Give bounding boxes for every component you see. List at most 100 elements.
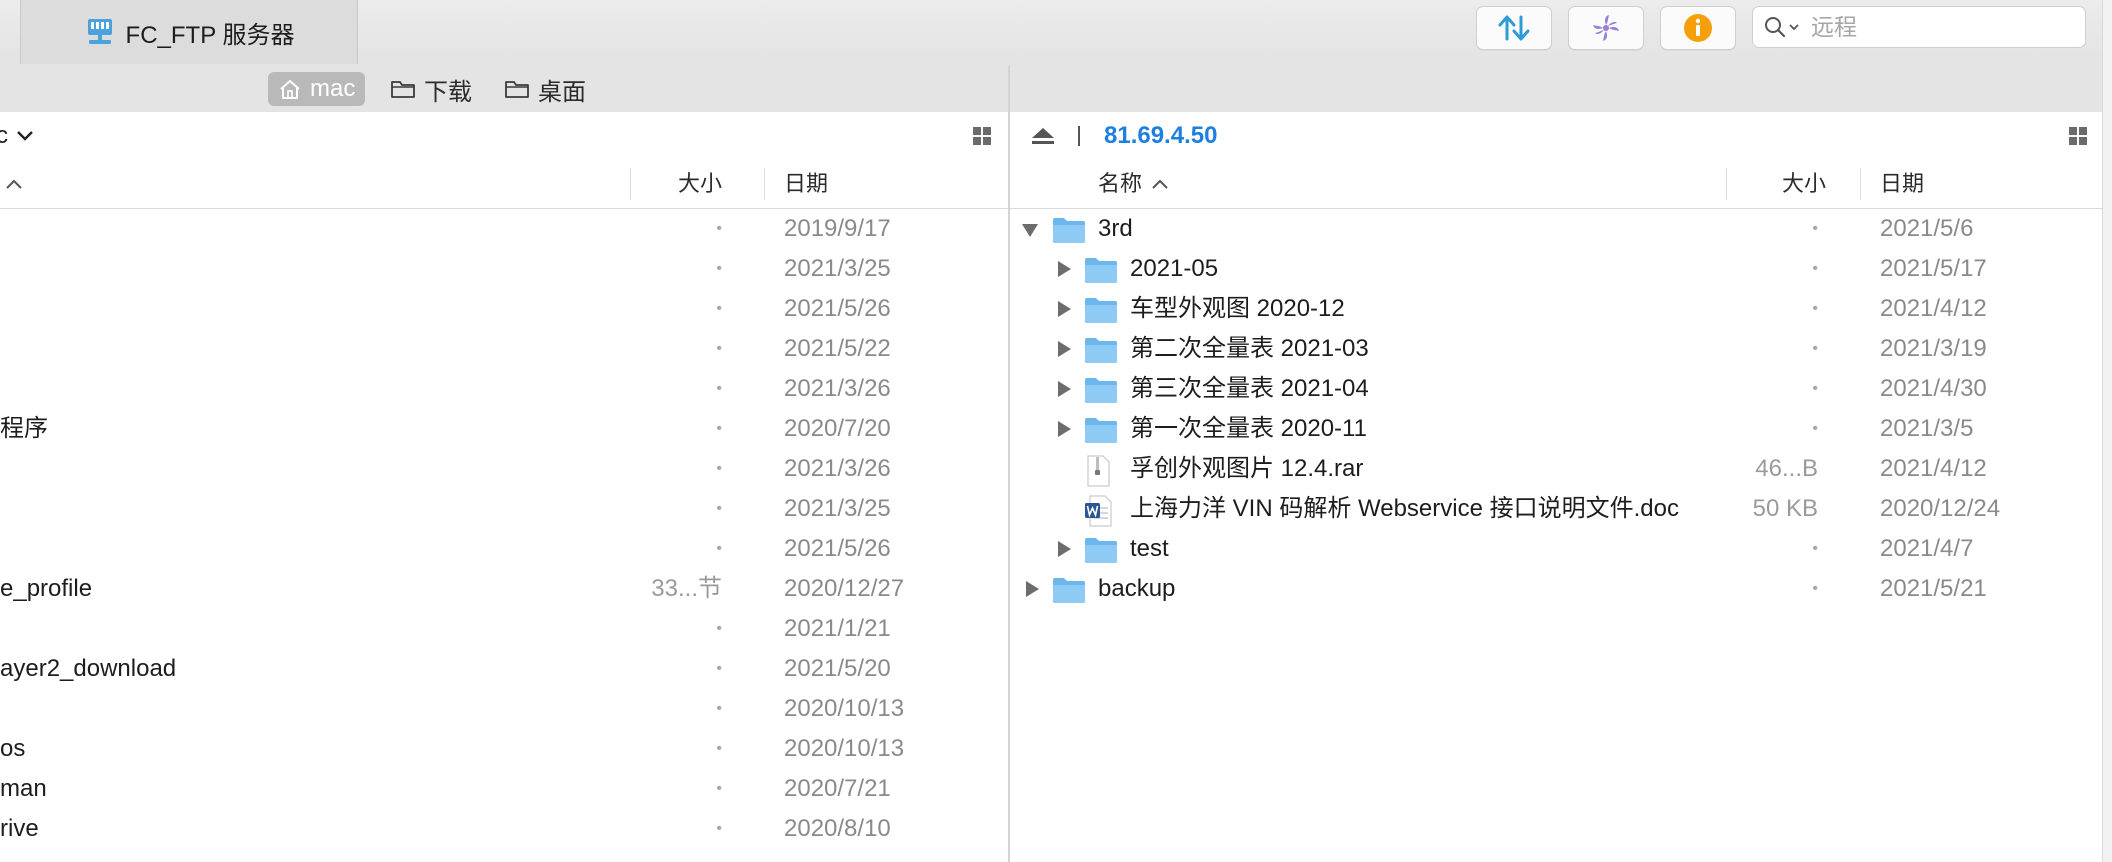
disclosure-expanded-icon[interactable] xyxy=(1022,224,1038,237)
info-button[interactable] xyxy=(1660,6,1736,50)
file-name: 第三次全量表 2021-04 xyxy=(1130,375,1369,402)
file-name: 上海力洋 VIN 码解析 Webservice 接口说明文件.doc xyxy=(1130,495,1679,522)
file-date: 2021/5/22 xyxy=(784,335,891,362)
remote-column-header: 名称 大小 日期 xyxy=(1010,160,2102,209)
local-file-row[interactable]: • 2021/1/21 xyxy=(0,609,1008,649)
local-file-row[interactable]: • 2021/3/25 xyxy=(0,249,1008,289)
file-date: 2019/9/17 xyxy=(784,215,891,242)
file-date: 2020/12/24 xyxy=(1880,495,2001,522)
favorite-downloads[interactable]: 下载 xyxy=(380,72,482,106)
local-file-row[interactable]: • 2021/5/26 xyxy=(0,289,1008,329)
file-size: • xyxy=(716,740,722,757)
file-size: • xyxy=(1812,260,1818,277)
file-date: 2021/4/12 xyxy=(1880,455,1987,482)
file-size: • xyxy=(1812,580,1818,597)
file-date: 2021/3/5 xyxy=(1880,415,1974,442)
file-date: 2020/7/20 xyxy=(784,415,891,442)
local-file-list: • 2019/9/17 • 2021/3/25 • 2021/5/26 • 2021/5/22… xyxy=(0,209,1008,849)
column-separator[interactable] xyxy=(764,168,765,200)
disclosure-collapsed-icon[interactable] xyxy=(1058,421,1071,437)
file-name: test xyxy=(1130,535,1169,562)
local-file-row[interactable]: • 2021/3/26 xyxy=(0,369,1008,409)
server-tab-title: FC_FTP 服务器 xyxy=(125,21,295,49)
file-size: • xyxy=(716,820,722,837)
column-separator[interactable] xyxy=(630,168,631,200)
transfer-arrows-icon xyxy=(1498,15,1530,41)
remote-file-row[interactable]: 3rd • 2021/5/6 xyxy=(1010,209,2102,249)
remote-file-row[interactable]: 孚创外观图片 12.4.rar 46...B 2021/4/12 xyxy=(1010,449,2102,489)
remote-date-column[interactable]: 日期 xyxy=(1880,160,1924,208)
file-size: • xyxy=(716,540,722,557)
local-pane: c 大小 日期 • 2019/9/17 • 2021/3/25 • 2021/5… xyxy=(0,112,1008,862)
favorite-desktop[interactable]: 桌面 xyxy=(494,72,596,106)
view-grid-icon[interactable] xyxy=(972,126,992,146)
remote-file-row[interactable]: 第一次全量表 2020-11 • 2021/3/5 xyxy=(1010,409,2102,449)
file-size: • xyxy=(716,660,722,677)
remote-file-row[interactable]: 2021-05 • 2021/5/17 xyxy=(1010,249,2102,289)
file-date: 2020/10/13 xyxy=(784,695,905,722)
local-path-popup[interactable]: c xyxy=(0,120,34,152)
local-date-column[interactable]: 日期 xyxy=(784,160,828,208)
local-size-header: 大小 xyxy=(677,171,722,196)
local-file-row[interactable]: os • 2020/10/13 xyxy=(0,729,1008,769)
disclosure-collapsed-icon[interactable] xyxy=(1058,341,1071,357)
folder-icon xyxy=(1084,536,1118,571)
file-size: • xyxy=(716,620,722,637)
local-date-header: 日期 xyxy=(784,171,829,196)
file-date: 2020/7/21 xyxy=(784,775,891,802)
file-name: 车型外观图 2020-12 xyxy=(1130,295,1345,322)
remote-file-row[interactable]: backup • 2021/5/21 xyxy=(1010,569,2102,609)
file-size: • xyxy=(1812,380,1818,397)
file-size: • xyxy=(1812,220,1818,237)
view-grid-icon[interactable] xyxy=(2068,126,2088,146)
remote-name-column[interactable]: 名称 xyxy=(1098,160,1168,208)
local-file-row[interactable]: man • 2020/7/21 xyxy=(0,769,1008,809)
remote-file-row[interactable]: 第二次全量表 2021-03 • 2021/3/19 xyxy=(1010,329,2102,369)
remote-file-row[interactable]: test • 2021/4/7 xyxy=(1010,529,2102,569)
file-name: backup xyxy=(1098,575,1176,602)
remote-host-label[interactable]: 81.69.4.50 xyxy=(1104,112,1217,160)
local-path-label: c xyxy=(0,122,8,149)
file-date: 2020/8/10 xyxy=(784,815,891,842)
transfer-button[interactable] xyxy=(1476,6,1552,50)
local-file-row[interactable]: 程序 • 2020/7/20 xyxy=(0,409,1008,449)
file-size: 46...B xyxy=(1755,455,1818,482)
eject-icon[interactable] xyxy=(1030,126,1056,146)
local-file-row[interactable]: • 2021/5/22 xyxy=(0,329,1008,369)
remote-date-header: 日期 xyxy=(1880,171,1925,196)
local-file-row[interactable]: rive • 2020/8/10 xyxy=(0,809,1008,849)
remote-file-row[interactable]: 车型外观图 2020-12 • 2021/4/12 xyxy=(1010,289,2102,329)
remote-file-list: 3rd • 2021/5/6 2021-05 • 2021/5/17 车型外观图 2020-… xyxy=(1010,209,2102,609)
local-file-row[interactable]: • 2021/3/25 xyxy=(0,489,1008,529)
local-file-row[interactable]: • 2021/3/26 xyxy=(0,449,1008,489)
local-file-row[interactable]: e_profile 33...节 2020/12/27 xyxy=(0,569,1008,609)
file-date: 2021/3/26 xyxy=(784,455,891,482)
local-column-header: 大小 日期 xyxy=(0,160,1008,209)
file-date: 2021/3/19 xyxy=(1880,335,1987,362)
folder-icon xyxy=(1084,416,1118,451)
activity-button[interactable] xyxy=(1568,6,1644,50)
sort-ascending-icon[interactable] xyxy=(6,179,22,189)
local-file-row[interactable]: ayer2_download • 2021/5/20 xyxy=(0,649,1008,689)
local-size-column[interactable]: 大小 xyxy=(632,160,722,208)
disclosure-collapsed-icon[interactable] xyxy=(1058,301,1071,317)
local-file-row[interactable]: • 2019/9/17 xyxy=(0,209,1008,249)
disclosure-collapsed-icon[interactable] xyxy=(1058,261,1071,277)
favorite-mac[interactable]: mac xyxy=(268,72,366,106)
local-file-row[interactable]: • 2021/5/26 xyxy=(0,529,1008,569)
column-separator[interactable] xyxy=(1860,168,1861,200)
remote-file-row[interactable]: 上海力洋 VIN 码解析 Webservice 接口说明文件.doc 50 KB 2… xyxy=(1010,489,2102,529)
local-file-row[interactable]: • 2020/10/13 xyxy=(0,689,1008,729)
remote-size-column[interactable]: 大小 xyxy=(1728,160,1826,208)
disclosure-collapsed-icon[interactable] xyxy=(1058,381,1071,397)
server-tab[interactable]: FC_FTP 服务器 xyxy=(20,0,358,64)
favorites-bar: mac 下载 桌面 xyxy=(0,66,2112,113)
remote-search-field[interactable] xyxy=(1752,6,2086,48)
remote-search-input[interactable] xyxy=(1809,12,2043,42)
remote-file-row[interactable]: 第三次全量表 2021-04 • 2021/4/30 xyxy=(1010,369,2102,409)
file-size: • xyxy=(716,340,722,357)
disclosure-collapsed-icon[interactable] xyxy=(1058,541,1071,557)
disclosure-collapsed-icon[interactable] xyxy=(1026,581,1039,597)
column-separator[interactable] xyxy=(1726,168,1727,200)
file-size: • xyxy=(716,300,722,317)
